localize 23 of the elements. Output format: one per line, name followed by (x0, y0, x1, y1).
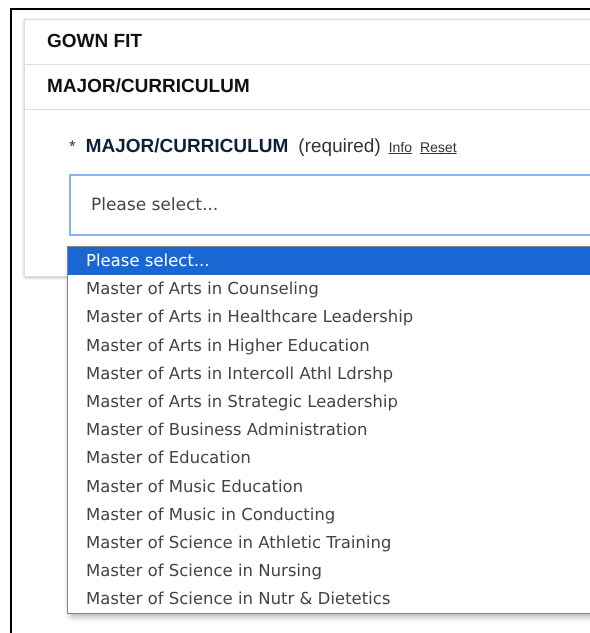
link[interactable]: Info (388, 139, 412, 155)
dropdown-option[interactable]: Master of Arts in Counseling (68, 275, 590, 304)
dropdown-option[interactable]: Master of Arts in Healthcare Leadership (68, 303, 590, 332)
dropdown-option[interactable]: Master of Science in Nutr & Dietetics (68, 585, 590, 614)
dropdown-option[interactable]: Master of Arts in Strategic Leadership (68, 388, 590, 416)
required-note: (required) (298, 136, 381, 158)
dropdown-option[interactable]: Master of Music in Conducting (68, 500, 590, 529)
field-label: MAJOR/CURRICULUM (86, 136, 288, 158)
dropdown-option[interactable]: Master of Business Administration (68, 416, 590, 444)
section-header[interactable]: GOWN FIT (25, 20, 590, 65)
dropdown-option[interactable]: Master of Science in Nursing (68, 557, 590, 586)
required-mark: * (69, 137, 76, 157)
section-title: MAJOR/CURRICULUM (47, 76, 250, 98)
section-title: GOWN FIT (47, 31, 142, 53)
link[interactable]: Reset (420, 139, 457, 155)
select-field[interactable]: Please select... (69, 174, 590, 236)
section-header[interactable]: MAJOR/CURRICULUM (25, 65, 590, 110)
dropdown-option[interactable]: Master of Arts in Intercoll Athl Ldrshp (68, 360, 590, 388)
dropdown-option[interactable]: Master of Education (68, 444, 590, 472)
dropdown-option[interactable]: Master of Arts in Higher Education (68, 332, 590, 360)
dropdown-option[interactable]: Master of Science in Athletic Training (68, 528, 590, 558)
dropdown-option[interactable]: Please select... (68, 247, 590, 276)
dropdown-option[interactable]: Master of Music Education (68, 472, 590, 501)
